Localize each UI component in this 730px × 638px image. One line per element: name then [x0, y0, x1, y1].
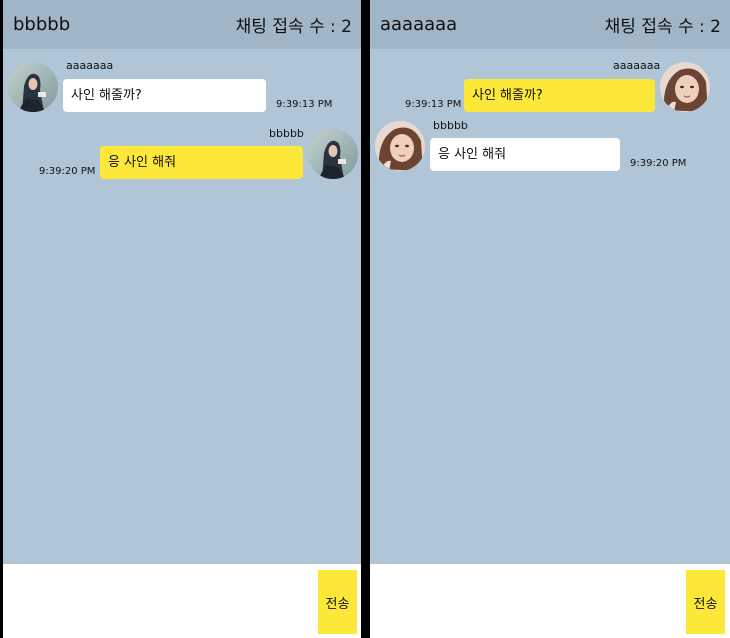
- user-photo-woman-icon: [660, 62, 710, 112]
- chat-window-bbbbb: bbbbb 채팅 접속 수 : 2 aaaaaaa 사인 해줄까? 9:39:1…: [3, 0, 361, 638]
- message-list[interactable]: aaaaaaa 사인 해줄까? 9:39:13 PM bbbbb 응 사인 해줘…: [370, 49, 730, 564]
- message-time: 9:39:20 PM: [39, 166, 96, 177]
- message-time: 9:39:13 PM: [405, 99, 462, 110]
- message-time: 9:39:13 PM: [276, 99, 333, 110]
- sender-name: bbbbb: [433, 119, 468, 132]
- message-input[interactable]: [370, 564, 680, 638]
- message-time: 9:39:20 PM: [630, 158, 687, 169]
- connection-count: 채팅 접속 수 : 2: [235, 17, 352, 37]
- message-composer: 전송: [3, 564, 361, 638]
- message-composer: 전송: [370, 564, 730, 638]
- user-photo-hijab-icon: [8, 62, 58, 112]
- message-bubble-outgoing: 응 사인 해줘: [100, 146, 303, 179]
- avatar-aaaaaaa: [8, 62, 58, 112]
- message-input[interactable]: [3, 564, 313, 638]
- message-text: 사인 해줄까?: [71, 88, 142, 103]
- sender-name: aaaaaaa: [66, 59, 114, 72]
- user-photo-woman-icon: [375, 121, 425, 171]
- chat-header: bbbbb 채팅 접속 수 : 2: [3, 0, 361, 49]
- message-bubble-incoming: 사인 해줄까?: [63, 79, 266, 112]
- message-text: 사인 해줄까?: [472, 88, 543, 103]
- send-button[interactable]: 전송: [318, 570, 357, 634]
- send-button[interactable]: 전송: [686, 570, 725, 634]
- user-photo-hijab-icon: [308, 129, 358, 179]
- chat-room-title: aaaaaaa: [380, 14, 458, 35]
- message-bubble-outgoing: 사인 해줄까?: [464, 79, 655, 112]
- connection-count: 채팅 접속 수 : 2: [604, 17, 721, 37]
- message-bubble-incoming: 응 사인 해줘: [430, 138, 620, 171]
- chat-header: aaaaaaa 채팅 접속 수 : 2: [370, 0, 730, 49]
- sender-name: aaaaaaa: [613, 59, 661, 72]
- avatar-bbbbb: [375, 121, 425, 171]
- chat-window-aaaaaaa: aaaaaaa 채팅 접속 수 : 2 aaaaaaa 사인 해줄까? 9:39…: [370, 0, 730, 638]
- message-text: 응 사인 해줘: [108, 155, 177, 170]
- avatar-bbbbb: [308, 129, 358, 179]
- message-list[interactable]: aaaaaaa 사인 해줄까? 9:39:13 PM bbbbb 응 사인 해줘…: [3, 49, 361, 564]
- chat-room-title: bbbbb: [13, 14, 71, 35]
- avatar-aaaaaaa: [660, 62, 710, 112]
- message-text: 응 사인 해줘: [438, 147, 507, 162]
- sender-name: bbbbb: [269, 127, 304, 140]
